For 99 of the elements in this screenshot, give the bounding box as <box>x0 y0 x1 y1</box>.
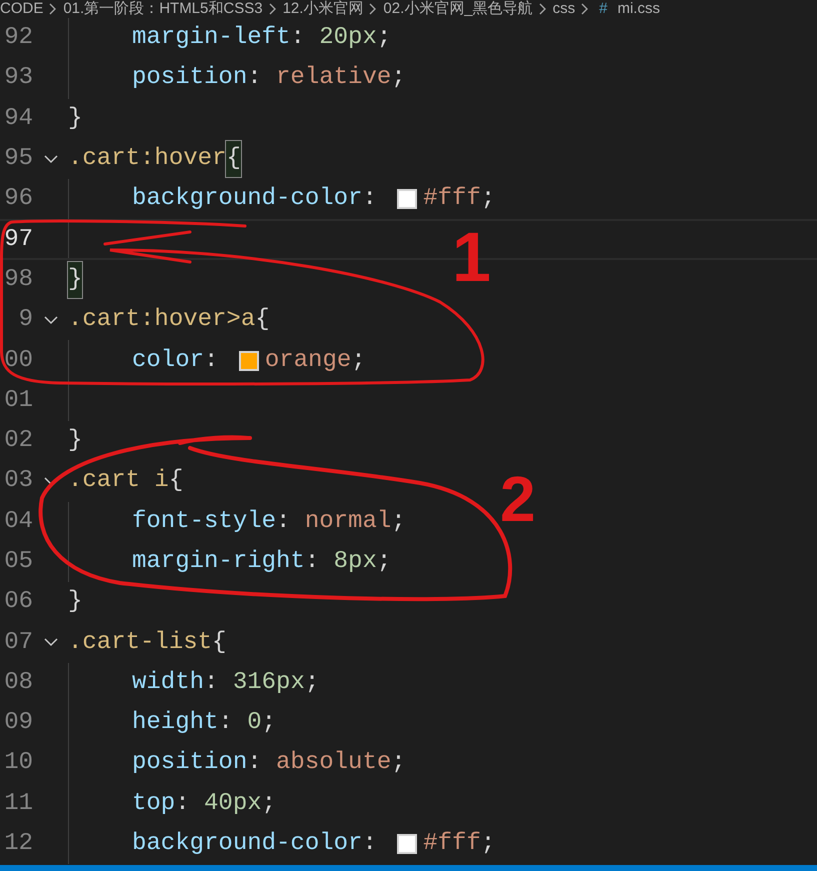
chevron-right-icon <box>268 3 277 15</box>
chevron-right-icon <box>49 3 58 15</box>
css-property: background-color <box>132 829 362 860</box>
line-number: 10 <box>3 748 33 778</box>
line-number: 12 <box>3 829 33 860</box>
line-number: 96 <box>3 184 33 214</box>
css-property: top <box>132 788 176 819</box>
css-selector: .cart:hover <box>68 144 226 174</box>
indent-guide <box>68 179 69 220</box>
line-number: 00 <box>3 346 33 376</box>
css-value: normal <box>304 506 392 537</box>
color-swatch[interactable] <box>397 189 418 210</box>
css-property: width <box>132 668 204 698</box>
line-number: 09 <box>3 708 33 738</box>
css-property: color <box>132 346 204 376</box>
css-value: #fff <box>423 829 481 860</box>
css-value: relative <box>276 63 392 94</box>
punctuation: : <box>175 788 191 819</box>
punctuation: : <box>362 829 378 860</box>
css-selector: .cart-list <box>68 628 212 658</box>
punctuation: ; <box>391 506 406 537</box>
chevron-right-icon <box>538 3 547 15</box>
css-property: background-color <box>132 184 362 214</box>
css-number: 40px <box>204 788 262 819</box>
css-property: position <box>132 748 248 778</box>
color-swatch[interactable] <box>397 834 418 854</box>
breadcrumb-item[interactable]: mi.css <box>617 0 660 18</box>
color-swatch[interactable] <box>238 350 259 371</box>
breadcrumb-item[interactable]: css <box>552 0 576 18</box>
line-number: 01 <box>3 386 33 416</box>
css-selector: .cart i <box>68 466 169 496</box>
punctuation: { <box>168 466 184 496</box>
line-number: 08 <box>3 668 33 698</box>
punctuation: : <box>362 184 378 214</box>
line-number: 07 <box>3 628 33 658</box>
line-number: 98 <box>3 264 33 295</box>
indent-guide <box>68 221 69 258</box>
punctuation: : <box>304 547 320 577</box>
css-property: height <box>132 708 218 738</box>
punctuation: : <box>204 668 220 698</box>
fold-chevron-icon[interactable] <box>44 154 58 164</box>
punctuation: ; <box>480 829 496 860</box>
punctuation: ; <box>262 788 276 819</box>
punctuation: } <box>68 426 82 456</box>
punctuation: ; <box>391 63 406 94</box>
css-property: font-style <box>132 506 276 537</box>
css-property: margin-left <box>132 23 290 54</box>
punctuation: ; <box>391 748 406 778</box>
line-number: 04 <box>3 506 33 537</box>
line-number: 97 <box>3 224 33 255</box>
line-number: 95 <box>3 144 33 174</box>
punctuation: } <box>68 262 82 298</box>
punctuation: : <box>204 346 220 376</box>
line-number: 11 <box>3 788 33 819</box>
annotation-number: 1 <box>452 220 491 294</box>
line-number: 05 <box>3 547 33 577</box>
file-type-icon: # <box>599 0 608 18</box>
punctuation: : <box>276 506 292 537</box>
css-selector: .cart:hover>a <box>68 305 256 336</box>
punctuation: : <box>218 708 234 738</box>
css-property: margin-right <box>132 547 305 577</box>
fold-chevron-icon[interactable] <box>44 638 58 648</box>
line-number: 94 <box>3 104 33 134</box>
css-number: 316px <box>232 668 305 698</box>
punctuation: } <box>68 587 82 618</box>
breadcrumb-item[interactable]: 12.小米官网 <box>282 0 364 18</box>
css-property: position <box>132 63 248 94</box>
punctuation: : <box>247 63 263 94</box>
css-number: 20px <box>319 23 377 54</box>
punctuation: } <box>68 104 82 134</box>
css-number: 0 <box>247 708 262 738</box>
punctuation: { <box>255 305 270 336</box>
fold-chevron-icon[interactable] <box>44 316 58 325</box>
punctuation: : <box>247 748 263 778</box>
css-value: #fff <box>423 184 481 214</box>
punctuation: ; <box>376 547 392 577</box>
breadcrumb-item[interactable]: 02.小米官网_黑色导航 <box>383 0 533 18</box>
punctuation: : <box>290 23 306 54</box>
line-number: 02 <box>3 426 33 456</box>
css-value: orange <box>264 346 352 376</box>
css-number: 8px <box>334 547 377 577</box>
chevron-right-icon <box>369 3 378 15</box>
chevron-right-icon <box>581 3 590 15</box>
css-value: absolute <box>276 748 392 778</box>
breadcrumb-item[interactable]: CODE <box>0 0 44 18</box>
breadcrumb-item[interactable]: 01.第一阶段：HTML5和CSS3 <box>63 0 263 18</box>
line-number: 9 <box>18 305 33 336</box>
line-number: 03 <box>3 466 33 496</box>
punctuation: ; <box>304 668 320 698</box>
annotation-number: 2 <box>500 466 536 532</box>
line-number: 93 <box>3 63 33 94</box>
punctuation: { <box>226 141 241 178</box>
punctuation: ; <box>262 708 276 738</box>
line-number: 92 <box>3 23 33 54</box>
line-number: 06 <box>3 587 33 618</box>
punctuation: ; <box>480 184 496 214</box>
punctuation: { <box>212 628 226 658</box>
punctuation: ; <box>351 346 366 376</box>
punctuation: ; <box>376 23 392 54</box>
